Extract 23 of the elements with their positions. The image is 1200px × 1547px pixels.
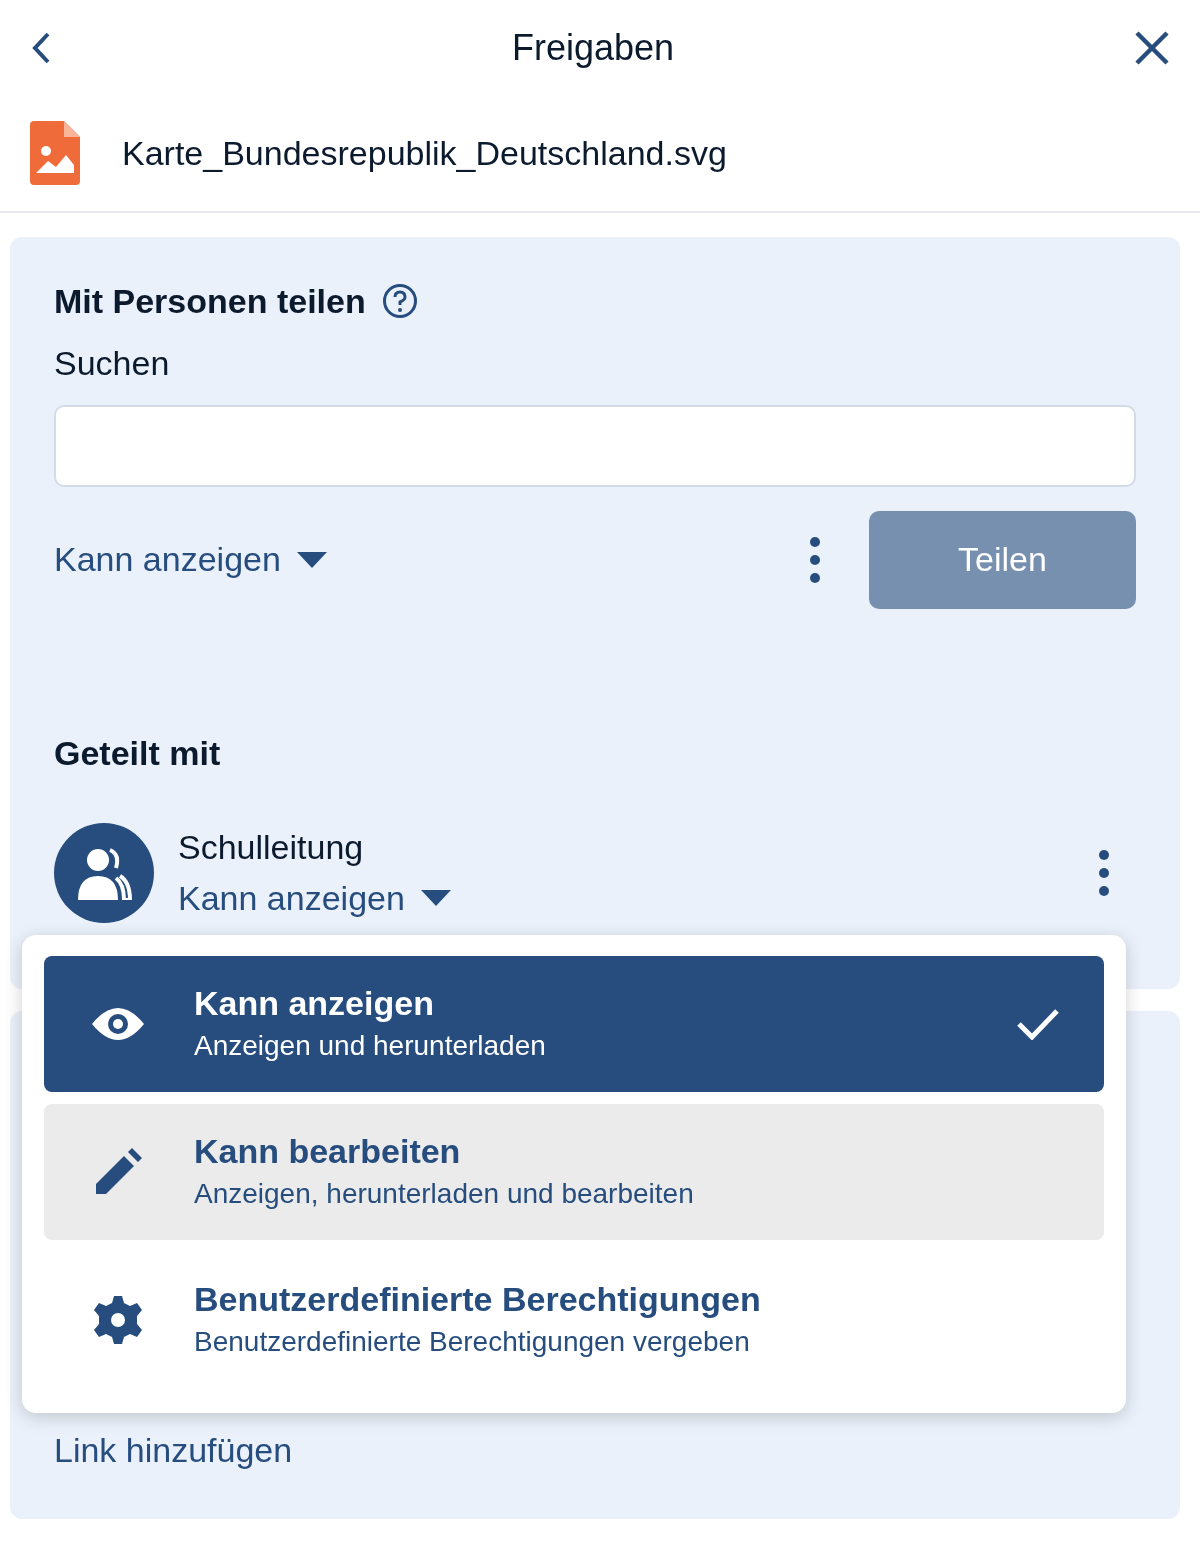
section-title: Geteilt mit (54, 732, 222, 774)
file-name: Karte_Bundesrepublik_Deutschland.svg (122, 132, 727, 174)
image-file-icon (30, 121, 80, 185)
close-button[interactable] (1134, 29, 1170, 66)
dialog-title: Freigaben (511, 25, 675, 70)
more-options-button[interactable] (809, 535, 821, 584)
search-label: Suchen (54, 342, 170, 384)
add-link-label: Link hinzufügen (54, 1430, 293, 1471)
help-icon[interactable] (381, 283, 418, 320)
gear-icon (93, 1295, 143, 1345)
permission-option[interactable]: Kann anzeigen Anzeigen und herunterladen (44, 956, 1104, 1092)
caret-icon (296, 551, 327, 568)
permission-dropdown[interactable]: Kann anzeigen (54, 534, 327, 586)
pencil-icon (94, 1148, 142, 1196)
check-icon (1016, 1008, 1060, 1040)
caret-icon (420, 890, 451, 907)
permission-dropdown[interactable]: Kann anzeigen (178, 872, 451, 924)
section-title: Mit Personen teilen (54, 281, 366, 322)
permission-option[interactable]: Kann bearbeiten Anzeigen, herunterladen und bearbeiten (44, 1104, 1104, 1240)
more-options-button[interactable] (1098, 848, 1110, 897)
recipient-name: Schulleitung (178, 826, 365, 868)
search-field[interactable] (54, 404, 1136, 487)
back-button[interactable] (30, 30, 52, 65)
